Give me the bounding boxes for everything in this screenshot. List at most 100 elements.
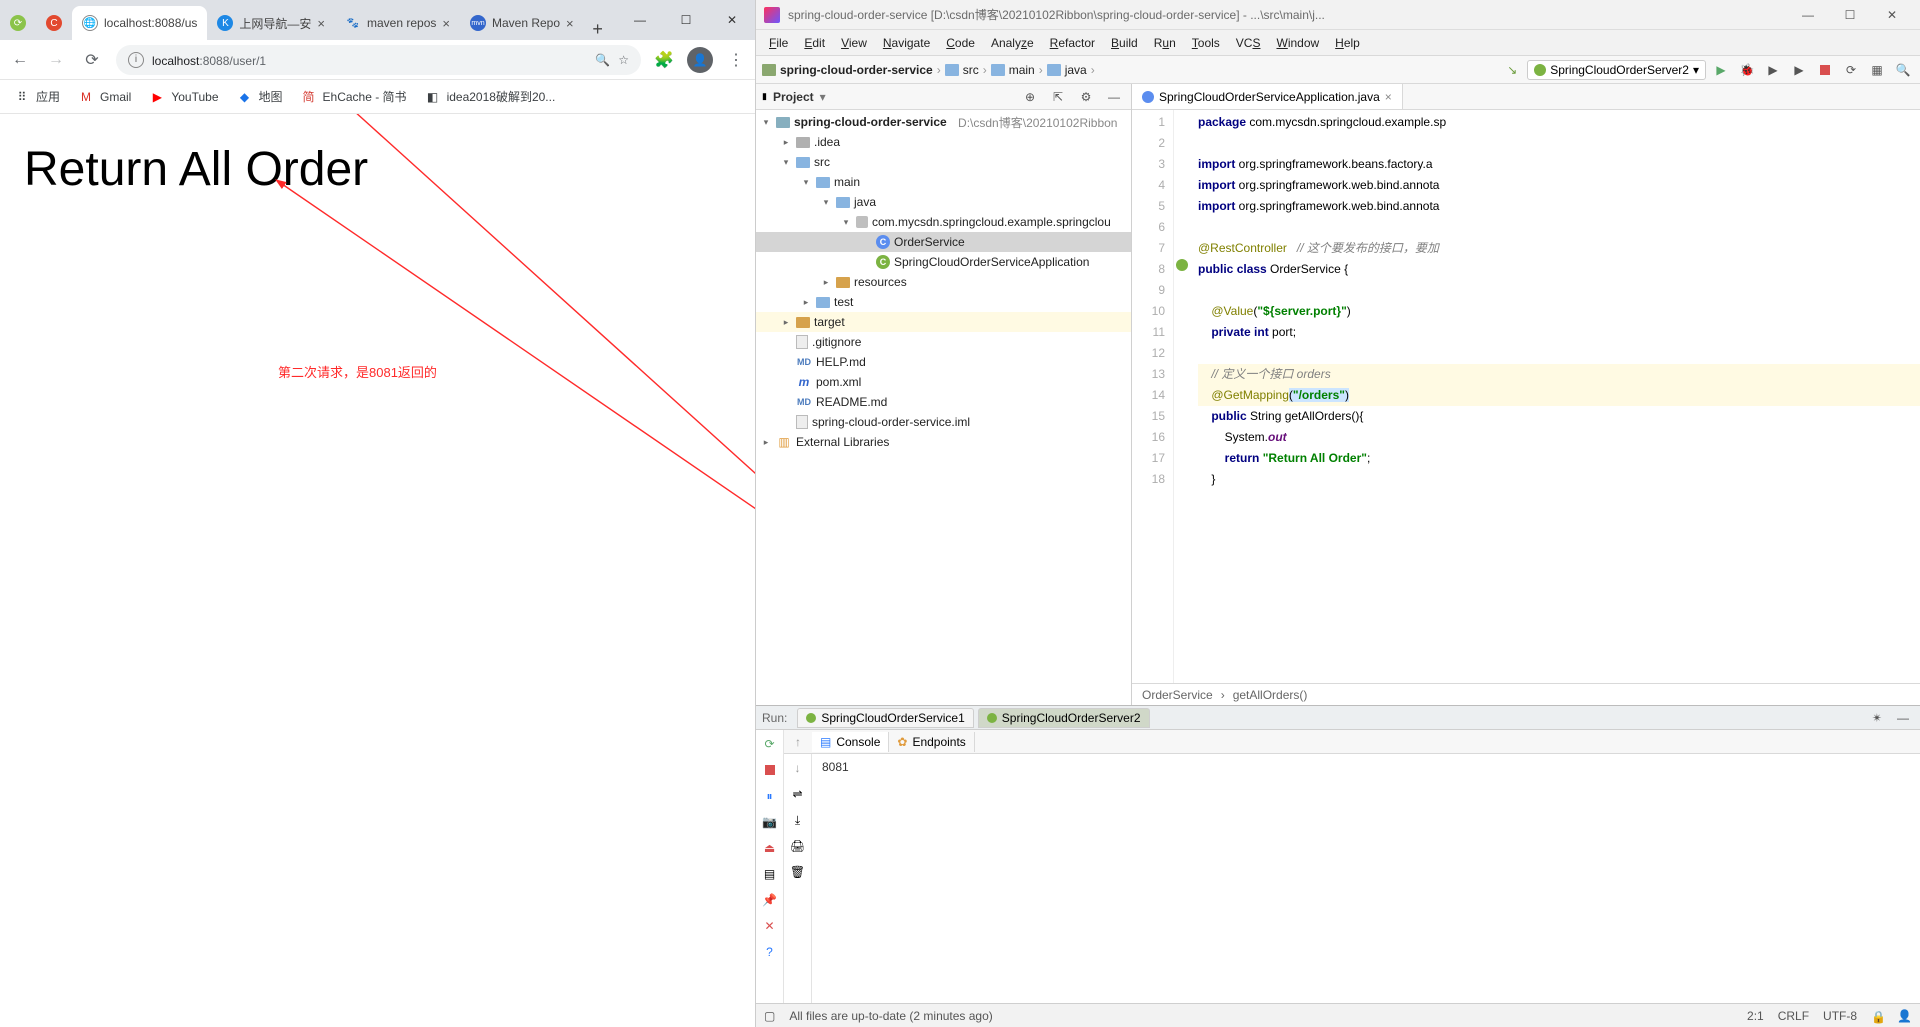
editor-tab[interactable]: SpringCloudOrderServiceApplication.java× — [1132, 84, 1403, 109]
bookmark-item[interactable]: MGmail — [78, 89, 131, 105]
layout-icon[interactable]: ▤ — [760, 864, 780, 884]
close-icon[interactable]: ✕ — [1872, 3, 1912, 27]
search-icon[interactable]: 🔍 — [1892, 59, 1914, 81]
run-config-tab[interactable]: SpringCloudOrderService1 — [797, 708, 973, 728]
pause-icon[interactable]: ⏸ — [760, 786, 780, 806]
tree-item[interactable]: spring-cloud-order-service.iml — [756, 412, 1131, 432]
profile-avatar[interactable]: 👤 — [687, 47, 713, 73]
menu-help[interactable]: Help — [1328, 34, 1367, 52]
tree-item-selected[interactable]: COrderService — [756, 232, 1131, 252]
tree-item[interactable]: ▸.idea — [756, 132, 1131, 152]
bookmark-icon[interactable]: ☆ — [618, 53, 629, 67]
tree-item[interactable]: MDREADME.md — [756, 392, 1131, 412]
breadcrumb-item[interactable]: OrderService — [1142, 688, 1213, 702]
hide-icon[interactable]: — — [1892, 707, 1914, 729]
browser-tab[interactable]: 🐾maven repos× — [335, 6, 460, 40]
menu-build[interactable]: Build — [1104, 34, 1145, 52]
browser-tab[interactable]: K上网导航—安× — [207, 6, 335, 40]
apps-button[interactable]: ⠿应用 — [14, 88, 60, 105]
menu-code[interactable]: Code — [939, 34, 982, 52]
minimize-icon[interactable]: — — [1788, 3, 1828, 27]
forward-button[interactable]: → — [44, 48, 68, 72]
project-tree[interactable]: ▾spring-cloud-order-service D:\csdn博客\20… — [756, 110, 1131, 705]
code-area[interactable]: package com.mycsdn.springcloud.example.s… — [1192, 110, 1920, 683]
close-tab-icon[interactable]: × — [442, 16, 450, 31]
cursor-position[interactable]: 2:1 — [1747, 1009, 1764, 1023]
breadcrumb-item[interactable]: getAllOrders() — [1233, 688, 1308, 702]
tree-item[interactable]: ▾java — [756, 192, 1131, 212]
tree-item[interactable]: .gitignore — [756, 332, 1131, 352]
menu-vcs[interactable]: VCS — [1229, 34, 1268, 52]
site-info-icon[interactable]: i — [128, 52, 144, 68]
help-icon[interactable]: ? — [760, 942, 780, 962]
extensions-icon[interactable]: 🧩 — [653, 49, 675, 71]
endpoints-tab[interactable]: ✿Endpoints — [889, 732, 974, 752]
menu-analyze[interactable]: Analyze — [984, 34, 1041, 52]
up-icon[interactable]: ↑ — [788, 732, 808, 752]
coverage-button[interactable]: ▶ — [1762, 59, 1784, 81]
menu-icon[interactable]: ⋮ — [725, 49, 747, 71]
back-button[interactable]: ← — [8, 48, 32, 72]
reload-button[interactable]: ⟳ — [80, 48, 104, 72]
tree-item[interactable]: CSpringCloudOrderServiceApplication — [756, 252, 1131, 272]
dump-icon[interactable]: 📷 — [760, 812, 780, 832]
down-icon[interactable]: ↓ — [788, 758, 808, 778]
tree-external-libs[interactable]: ▸▥External Libraries — [756, 432, 1131, 452]
breadcrumb[interactable]: src — [945, 63, 979, 77]
menu-file[interactable]: File — [762, 34, 795, 52]
menu-window[interactable]: Window — [1269, 34, 1326, 52]
exit-icon[interactable]: ⏏ — [760, 838, 780, 858]
run-button[interactable]: ▶ — [1710, 59, 1732, 81]
scroll-icon[interactable]: ⤓ — [788, 810, 808, 830]
browser-tab[interactable]: mvnMaven Repo× — [460, 6, 584, 40]
code-editor[interactable]: 123456789101112131415161718 package com.… — [1132, 110, 1920, 683]
close-tab-icon[interactable]: × — [566, 16, 574, 31]
gear-icon[interactable]: ⚙ — [1075, 86, 1097, 108]
close-icon[interactable]: ✕ — [709, 0, 755, 40]
lock-icon[interactable]: 🔒 — [1871, 1010, 1883, 1022]
target-icon[interactable]: ⊕ — [1019, 86, 1041, 108]
gear-icon[interactable]: ✴ — [1866, 707, 1888, 729]
run-config-tab-active[interactable]: SpringCloudOrderServer2 — [978, 708, 1150, 728]
address-bar[interactable]: i localhost:8088/user/1 🔍 ☆ — [116, 45, 641, 75]
bookmark-item[interactable]: 简EhCache - 简书 — [301, 88, 407, 105]
minimize-icon[interactable]: — — [617, 0, 663, 40]
close-icon[interactable]: ✕ — [760, 916, 780, 936]
wrap-icon[interactable]: ⇌ — [788, 784, 808, 804]
line-separator[interactable]: CRLF — [1778, 1009, 1809, 1023]
tree-item[interactable]: ▸test — [756, 292, 1131, 312]
tree-root[interactable]: ▾spring-cloud-order-service D:\csdn博客\20… — [756, 112, 1131, 132]
tree-item[interactable]: mpom.xml — [756, 372, 1131, 392]
clear-icon[interactable]: 🗑 — [788, 862, 808, 882]
spring-gutter-icon[interactable] — [1176, 259, 1188, 271]
new-tab-button[interactable]: + — [584, 19, 612, 40]
tree-item[interactable]: MDHELP.md — [756, 352, 1131, 372]
maximize-icon[interactable]: ☐ — [663, 0, 709, 40]
tree-item[interactable]: ▾com.mycsdn.springcloud.example.springcl… — [756, 212, 1131, 232]
tree-item[interactable]: ▸resources — [756, 272, 1131, 292]
browser-tab[interactable]: C — [36, 6, 72, 40]
chevron-down-icon[interactable]: ▾ — [820, 90, 826, 104]
print-icon[interactable]: 🖨 — [788, 836, 808, 856]
file-encoding[interactable]: UTF-8 — [1823, 1009, 1857, 1023]
console-output[interactable]: 8081 — [812, 754, 1920, 1003]
menu-navigate[interactable]: Navigate — [876, 34, 937, 52]
hide-icon[interactable]: — — [1103, 86, 1125, 108]
bookmark-item[interactable]: ◆地图 — [237, 88, 283, 105]
maximize-icon[interactable]: ☐ — [1830, 3, 1870, 27]
menu-view[interactable]: View — [834, 34, 874, 52]
console-tab[interactable]: ▤Console — [812, 732, 889, 752]
menu-tools[interactable]: Tools — [1185, 34, 1227, 52]
structure-icon[interactable]: ▦ — [1866, 59, 1888, 81]
debug-button[interactable]: 🐞 — [1736, 59, 1758, 81]
tree-item[interactable]: ▾src — [756, 152, 1131, 172]
sync-icon[interactable]: ↘ — [1501, 59, 1523, 81]
vcs-update-icon[interactable]: ⟳ — [1840, 59, 1862, 81]
breadcrumb[interactable]: spring-cloud-order-service — [762, 63, 933, 77]
browser-tab-active[interactable]: 🌐localhost:8088/us — [72, 6, 207, 40]
tree-item[interactable]: ▸target — [756, 312, 1131, 332]
bookmark-item[interactable]: ◧idea2018破解到20... — [425, 88, 556, 105]
close-tab-icon[interactable]: × — [1385, 90, 1392, 104]
menu-run[interactable]: Run — [1147, 34, 1183, 52]
close-tab-icon[interactable]: × — [317, 16, 325, 31]
